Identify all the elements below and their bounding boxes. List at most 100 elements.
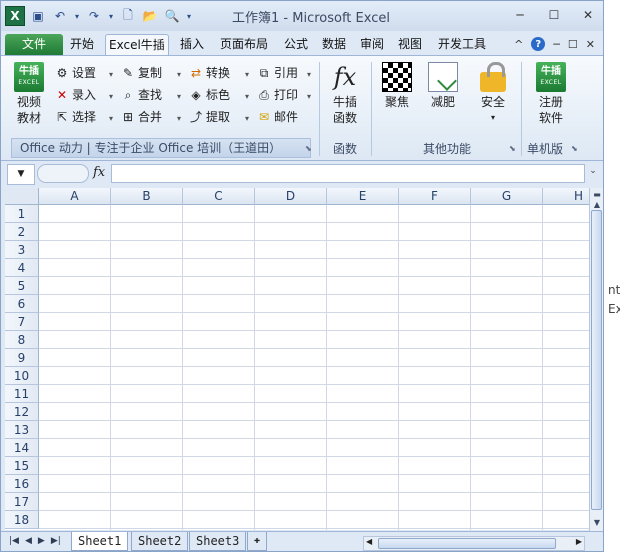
open-folder-icon[interactable]: 📂 [141,7,159,25]
row-header[interactable]: 1 [5,205,39,223]
row-header[interactable]: 8 [5,331,39,349]
help-icon[interactable]: ? [531,37,546,51]
minimize-button[interactable]: ─ [511,7,529,23]
select-dropdown-icon[interactable]: ▾ [109,114,113,123]
tab-home[interactable]: 开始 [67,34,97,55]
expand-formula-bar-icon[interactable]: ⌄ [587,166,599,178]
column-header[interactable]: B [111,188,183,205]
dialog-launcher-icon[interactable]: ⬊ [305,144,312,153]
doc-close-button[interactable]: ✕ [586,38,595,51]
insert-function-icon[interactable]: fx [93,165,105,180]
merge-dropdown-icon[interactable]: ▾ [177,114,181,123]
scroll-up-arrow-icon[interactable]: ▲ [590,200,603,209]
reference-dropdown-icon[interactable]: ▾ [307,70,311,79]
row-header[interactable]: 18 [5,511,39,529]
insert-sheet-icon[interactable]: ✚ [247,532,268,551]
vertical-scroll-thumb[interactable] [591,210,602,510]
tab-insert[interactable]: 插入 [177,34,207,55]
redo-icon[interactable]: ↷ [85,7,103,25]
horizontal-scrollbar[interactable]: ◀ ▶ [363,536,585,551]
column-header[interactable]: G [471,188,543,205]
reference-button[interactable]: ⧉ 引用 [257,64,298,82]
last-sheet-icon[interactable]: ▶| [51,536,61,546]
tab-excel-niucha[interactable]: Excel牛插 [105,34,169,57]
next-sheet-icon[interactable]: ▶ [38,536,45,546]
minimize-ribbon-icon[interactable]: ^ [514,38,523,51]
print-dropdown-icon[interactable]: ▾ [307,92,311,101]
first-sheet-icon[interactable]: |◀ [9,536,19,546]
row-header[interactable]: 9 [5,349,39,367]
video-tutorial-button[interactable]: 牛插 EXCEL 视频 教材 [9,62,49,126]
extract-dropdown-icon[interactable]: ▾ [245,114,249,123]
copy-button[interactable]: ✎ 复制 [121,64,162,82]
print-preview-icon[interactable]: 🔍 [163,7,181,25]
column-header[interactable]: E [327,188,399,205]
row-header[interactable]: 17 [5,493,39,511]
name-box-field[interactable] [37,164,89,183]
row-header[interactable]: 14 [5,439,39,457]
tab-review[interactable]: 审阅 [357,34,387,55]
row-header[interactable]: 10 [5,367,39,385]
prev-sheet-icon[interactable]: ◀ [25,536,32,546]
niucha-function-button[interactable]: fx 牛插 函数 [327,62,363,126]
row-header[interactable]: 4 [5,259,39,277]
merge-button[interactable]: ⊞ 合并 [121,108,162,126]
close-button[interactable]: ✕ [579,7,597,23]
row-header[interactable]: 15 [5,457,39,475]
scroll-right-arrow-icon[interactable]: ▶ [576,537,582,546]
find-dropdown-icon[interactable]: ▾ [177,92,181,101]
column-header[interactable]: D [255,188,327,205]
color-mark-dropdown-icon[interactable]: ▾ [245,92,249,101]
split-box-icon[interactable]: ▬ [590,190,603,199]
column-header[interactable]: A [39,188,111,205]
doc-minimize-button[interactable]: ─ [553,38,560,51]
focus-button[interactable]: 聚焦 [379,62,415,110]
input-button[interactable]: ✕ 录入 [55,86,96,104]
sheet-tab-sheet1[interactable]: Sheet1 [71,532,129,551]
input-dropdown-icon[interactable]: ▾ [109,92,113,101]
security-dropdown-icon[interactable]: ▾ [475,110,511,126]
register-software-button[interactable]: 牛插 EXCEL 注册 软件 [533,62,569,126]
tab-data[interactable]: 数据 [319,34,349,55]
row-header[interactable]: 3 [5,241,39,259]
row-header[interactable]: 16 [5,475,39,493]
column-header[interactable]: C [183,188,255,205]
settings-dropdown-icon[interactable]: ▾ [109,70,113,79]
column-header[interactable]: F [399,188,471,205]
undo-icon[interactable]: ↶ [51,7,69,25]
row-header[interactable]: 11 [5,385,39,403]
sheet-tab-sheet3[interactable]: Sheet3 [189,532,247,551]
copy-dropdown-icon[interactable]: ▾ [177,70,181,79]
column-header[interactable]: H [543,188,589,205]
tab-view[interactable]: 视图 [395,34,425,55]
row-header[interactable]: 2 [5,223,39,241]
tab-page-layout[interactable]: 页面布局 [217,34,271,55]
row-header[interactable]: 13 [5,421,39,439]
dialog-launcher-icon[interactable]: ⬊ [509,144,516,153]
tab-developer[interactable]: 开发工具 [435,34,489,55]
dialog-launcher-icon[interactable]: ⬊ [571,144,578,153]
horizontal-scroll-thumb[interactable] [378,538,556,549]
scroll-down-arrow-icon[interactable]: ▼ [590,518,603,527]
row-header[interactable]: 12 [5,403,39,421]
name-box-dropdown[interactable]: ▼ [7,164,35,185]
color-mark-button[interactable]: ◈ 标色 [189,86,230,104]
tab-file[interactable]: 文件 [5,34,63,55]
save-icon[interactable]: ▣ [29,7,47,25]
convert-dropdown-icon[interactable]: ▾ [245,70,249,79]
scroll-left-arrow-icon[interactable]: ◀ [366,537,372,546]
sheet-tab-sheet2[interactable]: Sheet2 [131,532,189,551]
redo-dropdown-icon[interactable]: ▾ [107,7,115,25]
select-all-corner[interactable] [5,188,39,205]
print-button[interactable]: ⎙ 打印 [257,86,298,104]
formula-input[interactable] [111,164,585,183]
customize-qat-icon[interactable]: ▾ [185,7,193,25]
mail-button[interactable]: ✉ 邮件 [257,108,298,126]
vertical-scrollbar[interactable]: ▬ ▲ ▼ [589,188,603,531]
convert-button[interactable]: ⇄ 转换 [189,64,230,82]
excel-logo-icon[interactable]: X [5,6,25,26]
security-button[interactable]: 安全 ▾ [475,62,511,126]
row-header[interactable]: 6 [5,295,39,313]
worksheet-grid[interactable]: A B C D E F G H 1 2 3 4 5 6 7 8 9 10 11 12 13 14 15 16 17 18 [5,188,589,530]
find-button[interactable]: ⌕ 查找 [121,86,162,104]
